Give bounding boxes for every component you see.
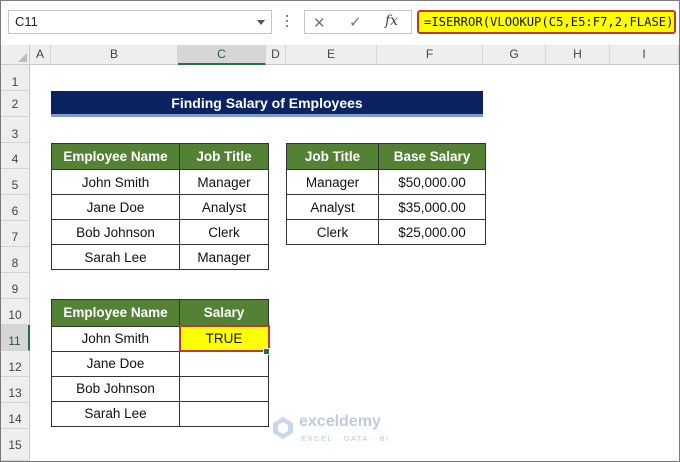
column-header-f[interactable]: F — [377, 45, 483, 65]
column-header-d[interactable]: D — [266, 45, 286, 65]
insert-function-icon[interactable]: fx — [385, 13, 398, 29]
select-all-button[interactable] — [1, 45, 30, 65]
job-title-cell[interactable]: Clerk — [179, 219, 269, 245]
row-header-15[interactable]: 15 — [1, 429, 30, 461]
job-title-cell[interactable]: Manager — [179, 244, 269, 270]
header-employee-name[interactable]: Employee Name — [51, 143, 180, 170]
table-row: Sarah Lee Manager — [51, 244, 269, 270]
table-row: Bob Johnson — [51, 375, 269, 402]
table-row: Manager $50,000.00 — [286, 169, 486, 195]
row-header-14[interactable]: 14 — [1, 403, 30, 429]
header-job-title[interactable]: Job Title — [179, 143, 269, 170]
employee-table: Employee Name Job Title John Smith Manag… — [51, 143, 269, 270]
column-header-b[interactable]: B — [51, 45, 178, 65]
excel-window: C11 ✕ ✓ fx =ISERROR(VLOOKUP(C5,E5:F7,2,F… — [0, 0, 680, 462]
formula-controls: ✕ ✓ fx — [304, 10, 412, 34]
salary-cell[interactable] — [179, 350, 269, 377]
table-row: Sarah Lee — [51, 400, 269, 427]
job-title-cell[interactable]: Analyst — [286, 194, 379, 220]
name-box-value: C11 — [15, 14, 38, 29]
table-row: John Smith Manager — [51, 169, 269, 195]
result-table: Employee Name Salary John Smith TRUE Jan… — [51, 299, 270, 427]
row-header-9[interactable]: 9 — [1, 273, 30, 299]
column-header-a[interactable]: A — [30, 45, 51, 65]
row-header-3[interactable]: 3 — [1, 117, 30, 143]
employee-name-cell[interactable]: Jane Doe — [51, 194, 180, 220]
row-header-11[interactable]: 11 — [1, 325, 30, 351]
row-header-4[interactable]: 4 — [1, 143, 30, 169]
job-title-cell[interactable]: Manager — [179, 169, 269, 195]
base-salary-cell[interactable]: $25,000.00 — [378, 219, 486, 245]
employee-name-cell[interactable]: John Smith — [51, 325, 180, 352]
employee-name-cell[interactable]: Jane Doe — [51, 350, 180, 377]
table-row: Jane Doe Analyst — [51, 194, 269, 220]
column-header-g[interactable]: G — [483, 45, 546, 65]
employee-name-cell[interactable]: John Smith — [51, 169, 180, 195]
header-base-salary[interactable]: Base Salary — [378, 143, 486, 170]
salary-cell[interactable] — [179, 400, 269, 427]
cancel-icon[interactable]: ✕ — [313, 14, 326, 32]
row-header-5[interactable]: 5 — [1, 169, 30, 195]
row-header-2[interactable]: 2 — [1, 91, 30, 117]
row-header-10[interactable]: 10 — [1, 299, 30, 325]
column-header-c[interactable]: C — [178, 45, 266, 65]
formula-input[interactable]: =ISERROR(VLOOKUP(C5,E5:F7,2,FLASE)) — [417, 10, 676, 34]
base-salary-cell[interactable]: $35,000.00 — [378, 194, 486, 220]
employee-name-cell[interactable]: Sarah Lee — [51, 400, 180, 427]
table-row: John Smith TRUE — [51, 325, 270, 352]
exceldemy-watermark: exceldemy EXCEL · DATA · BI — [271, 412, 421, 446]
salary-lookup-table: Job Title Base Salary Manager $50,000.00… — [286, 143, 486, 245]
chevron-down-icon[interactable] — [257, 20, 265, 25]
column-header-i[interactable]: I — [610, 45, 679, 65]
employee-name-cell[interactable]: Sarah Lee — [51, 244, 180, 270]
row-header-8[interactable]: 8 — [1, 247, 30, 273]
table-row: Jane Doe — [51, 350, 269, 377]
exceldemy-logo-icon — [273, 417, 293, 439]
job-title-cell[interactable]: Analyst — [179, 194, 269, 220]
header-salary[interactable]: Salary — [179, 299, 269, 327]
row-header-12[interactable]: 12 — [1, 351, 30, 377]
column-header-e[interactable]: E — [286, 45, 377, 65]
watermark-name: exceldemy — [299, 413, 381, 430]
check-icon[interactable]: ✓ — [349, 13, 362, 31]
row-header-1[interactable]: 1 — [1, 65, 30, 91]
employee-name-cell[interactable]: Bob Johnson — [51, 375, 180, 402]
fill-handle[interactable] — [263, 348, 270, 355]
base-salary-cell[interactable]: $50,000.00 — [378, 169, 486, 195]
sheet-title[interactable]: Finding Salary of Employees — [51, 91, 483, 117]
table-row: Clerk $25,000.00 — [286, 219, 486, 245]
header-job-title[interactable]: Job Title — [286, 143, 379, 170]
more-options-icon[interactable] — [284, 12, 290, 30]
active-cell-c11[interactable]: TRUE — [178, 325, 270, 352]
table-row: Bob Johnson Clerk — [51, 219, 269, 245]
formula-bar: C11 ✕ ✓ fx =ISERROR(VLOOKUP(C5,E5:F7,2,F… — [1, 1, 679, 42]
employee-name-cell[interactable]: Bob Johnson — [51, 219, 180, 245]
job-title-cell[interactable]: Clerk — [286, 219, 379, 245]
name-box[interactable]: C11 — [8, 10, 272, 34]
column-header-h[interactable]: H — [546, 45, 610, 65]
row-header-6[interactable]: 6 — [1, 195, 30, 221]
row-header-13[interactable]: 13 — [1, 377, 30, 403]
row-header-7[interactable]: 7 — [1, 221, 30, 247]
job-title-cell[interactable]: Manager — [286, 169, 379, 195]
table-row: Analyst $35,000.00 — [286, 194, 486, 220]
salary-cell[interactable] — [179, 375, 269, 402]
watermark-tagline: EXCEL · DATA · BI — [301, 434, 390, 443]
header-employee-name[interactable]: Employee Name — [51, 299, 180, 327]
